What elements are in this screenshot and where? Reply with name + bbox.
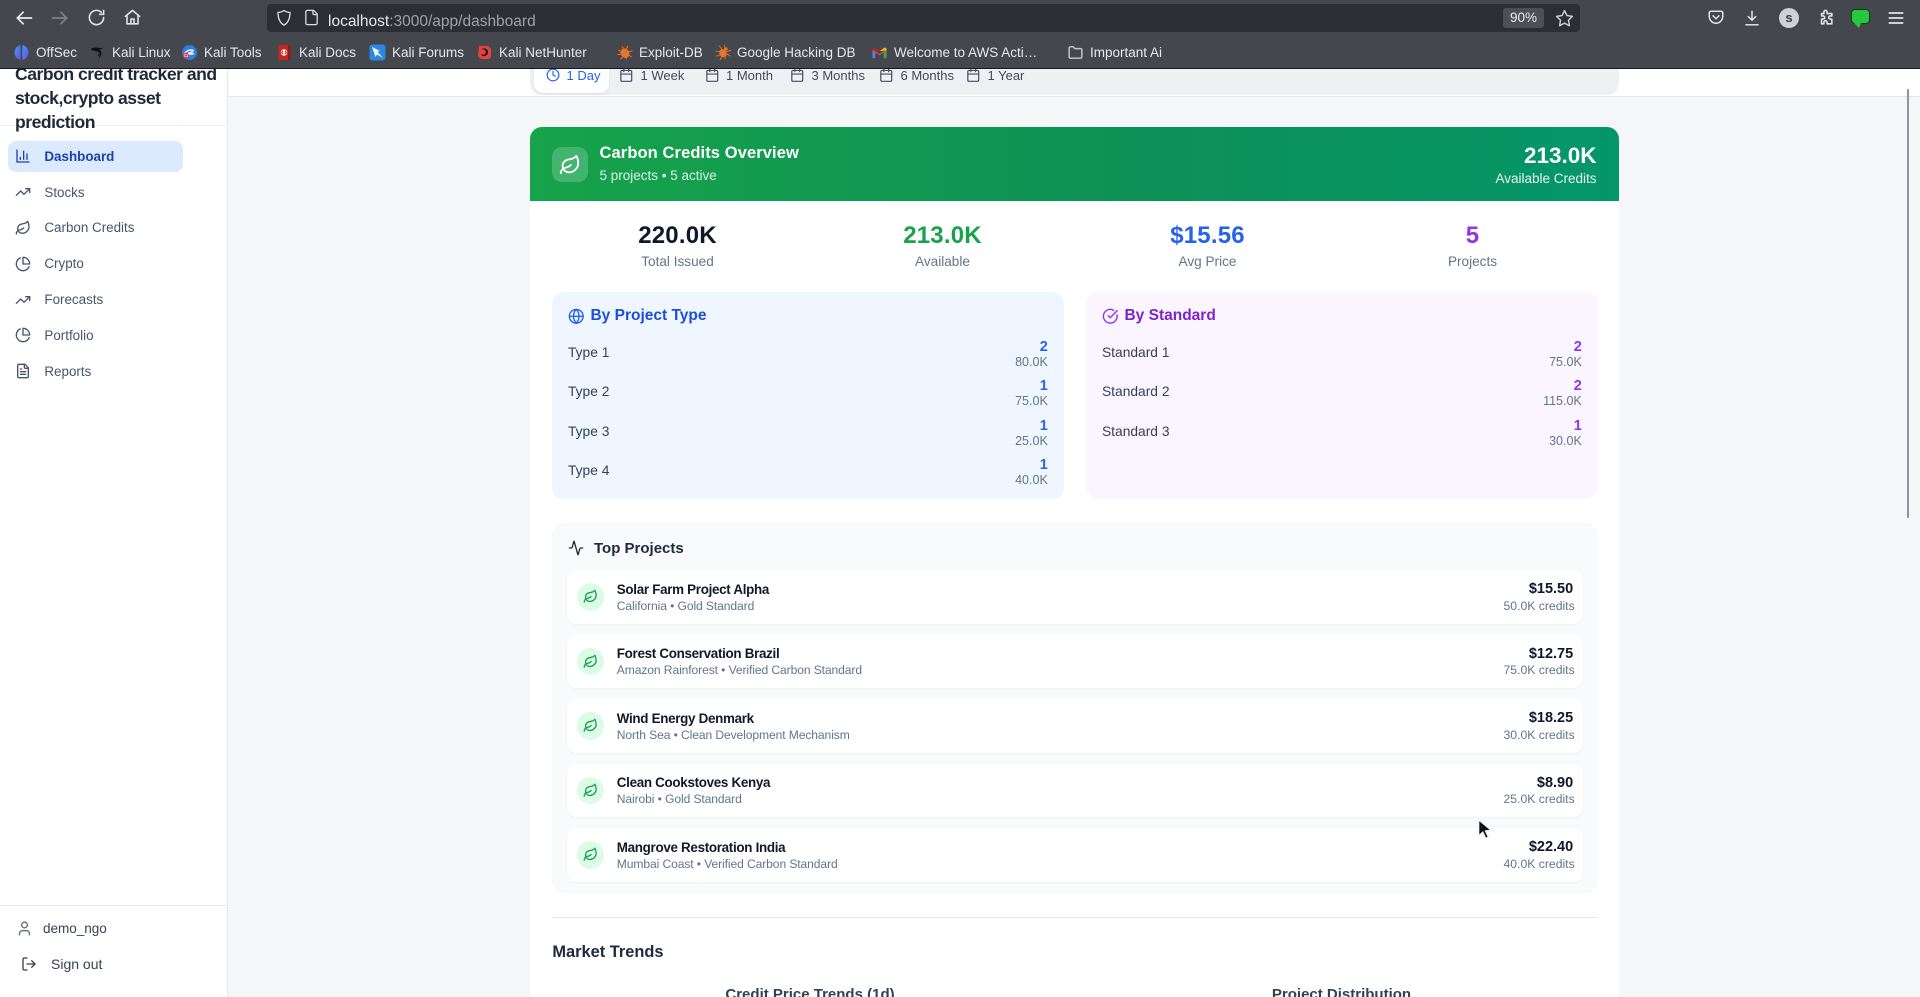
svg-text:11: 11 — [184, 53, 189, 58]
